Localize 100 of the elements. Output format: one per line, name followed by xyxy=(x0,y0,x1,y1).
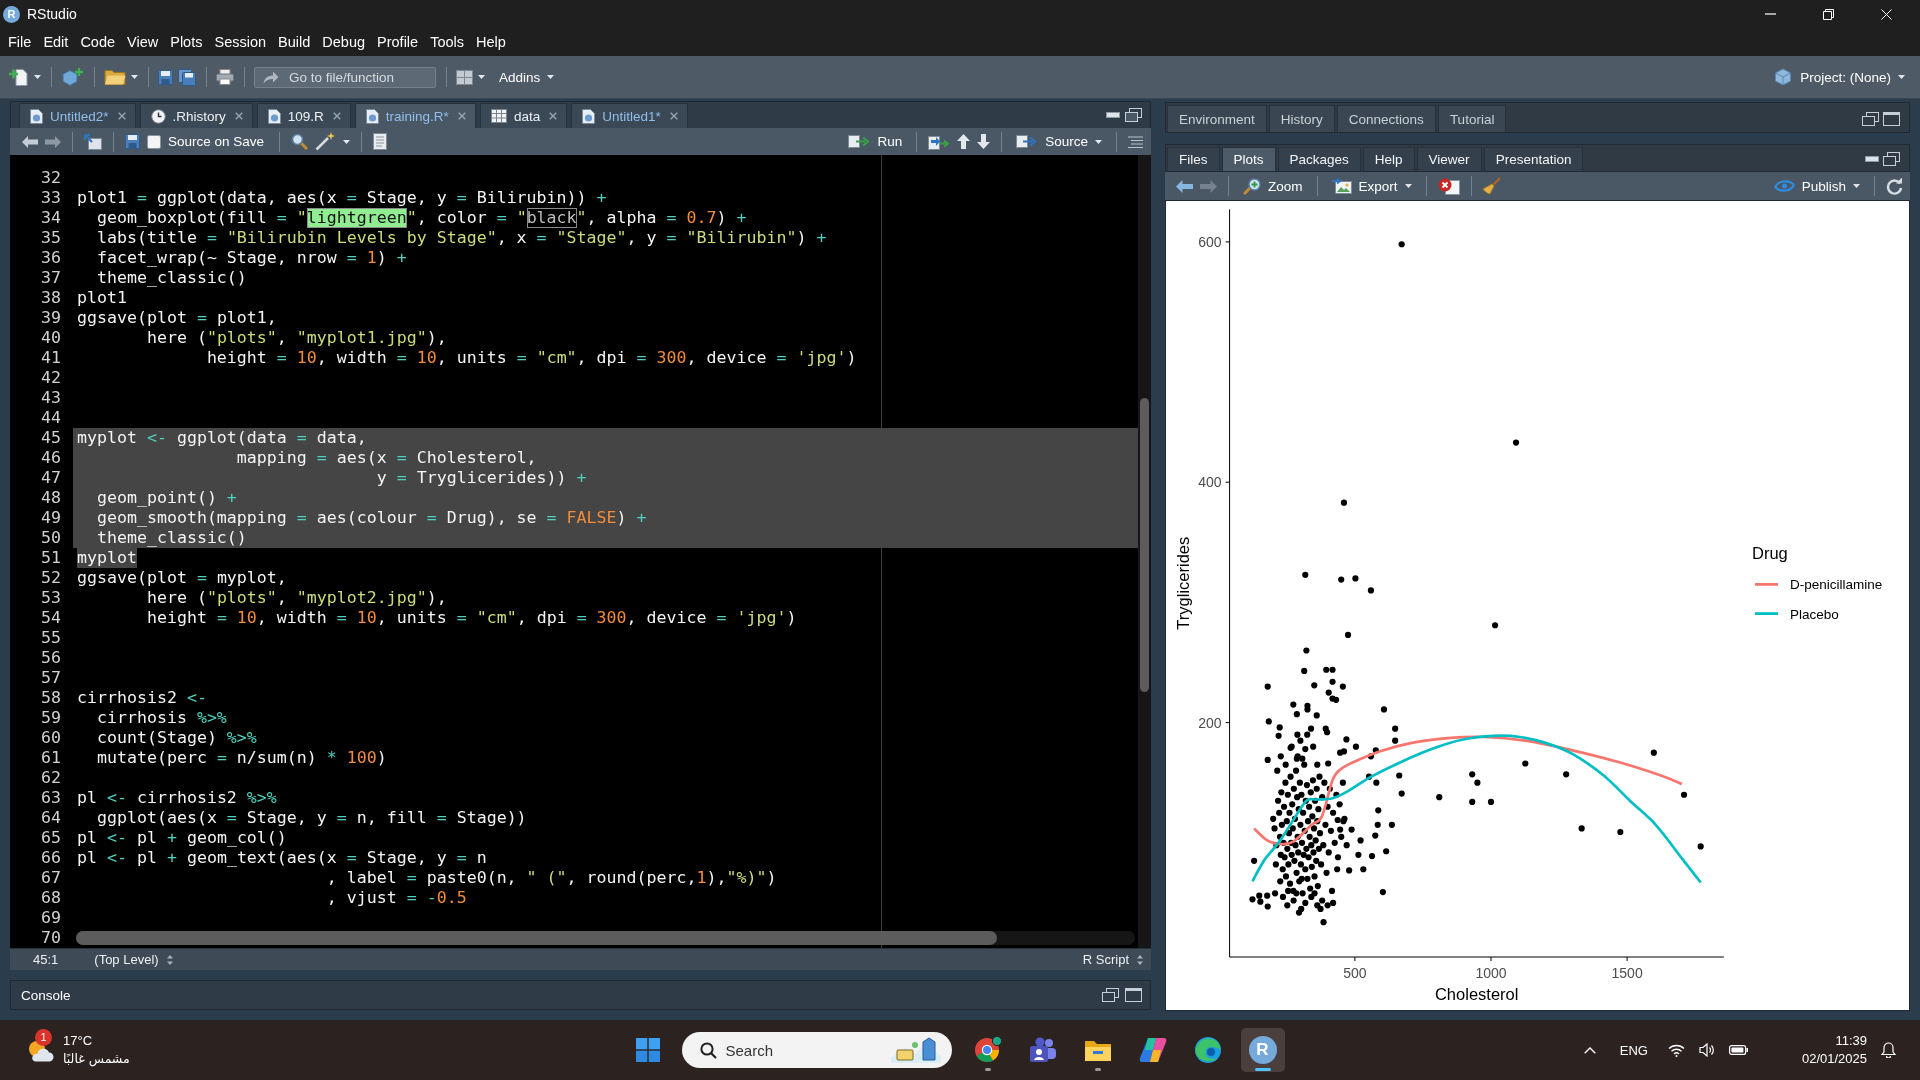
editor-tab[interactable]: training.R* xyxy=(354,103,476,128)
vertical-scrollbar[interactable] xyxy=(1138,155,1151,948)
source-button[interactable]: Source xyxy=(1013,134,1105,149)
axis-tick-label: 200 xyxy=(1198,714,1222,731)
pane-tab[interactable]: Help xyxy=(1362,147,1415,171)
arrow-right-icon[interactable] xyxy=(45,135,61,148)
arrow-icon xyxy=(263,70,279,84)
pane-tab[interactable]: Presentation xyxy=(1483,147,1584,171)
zoom-button[interactable]: Zoom xyxy=(1240,177,1306,195)
taskbar-search-field[interactable]: Search xyxy=(681,1032,952,1068)
editor-tab[interactable]: .Rhistory xyxy=(139,103,253,128)
restore-icon[interactable] xyxy=(1823,8,1834,20)
arrow-down-icon[interactable] xyxy=(977,134,991,149)
search-icon[interactable] xyxy=(291,133,309,150)
cube-plus-icon[interactable] xyxy=(61,68,84,86)
printer-icon[interactable] xyxy=(216,69,234,85)
restore-icon[interactable] xyxy=(1102,988,1119,1002)
clock-date[interactable]: 02/01/2025 xyxy=(1801,1050,1867,1068)
pane-tab[interactable]: Tutorial xyxy=(1437,105,1507,132)
arrow-left-icon[interactable] xyxy=(22,135,38,148)
project-menu-button[interactable]: Project: (None) xyxy=(1797,69,1908,85)
code-text: cirrhosis2 <- xyxy=(77,688,207,708)
magic-wand-icon[interactable] xyxy=(315,132,337,151)
menu-item[interactable]: View xyxy=(121,32,165,52)
color-preview: lightgreen xyxy=(306,208,407,228)
publish-button[interactable]: Publish xyxy=(1770,178,1863,194)
wifi-icon[interactable] xyxy=(1667,1043,1685,1057)
editor-tab[interactable]: Untitled2* xyxy=(19,103,136,128)
battery-icon[interactable] xyxy=(1728,1045,1748,1055)
pane-tab[interactable]: Packages xyxy=(1277,147,1361,171)
goto-file-field[interactable]: Go to file/function xyxy=(254,66,436,88)
volume-icon[interactable] xyxy=(1698,1043,1715,1057)
grid-icon[interactable] xyxy=(456,69,473,85)
lines-icon[interactable] xyxy=(1128,135,1143,148)
file-icon xyxy=(267,108,281,124)
code-text: height = 10, width = 10, units = "cm", dpi = 300, device = 'jpg') xyxy=(146,608,797,628)
menu-item[interactable]: Help xyxy=(470,32,512,52)
chevron-up-icon[interactable] xyxy=(1583,1046,1596,1054)
line-number: 59 xyxy=(41,708,61,727)
pane-tab[interactable]: Viewer xyxy=(1416,147,1482,171)
maximize-icon[interactable] xyxy=(1883,111,1900,126)
maximize-icon[interactable] xyxy=(1125,988,1142,1002)
menu-item[interactable]: Debug xyxy=(316,32,372,52)
file-plus-icon[interactable] xyxy=(9,68,29,86)
start-tiles-icon[interactable] xyxy=(635,1038,660,1062)
line-number: 56 xyxy=(41,648,61,667)
x-circle-page-icon[interactable] xyxy=(1437,177,1460,195)
clock-time[interactable]: 11:39 xyxy=(1835,1032,1867,1050)
editor-tab[interactable]: 109.R xyxy=(256,103,351,128)
addins-button[interactable]: Addins xyxy=(496,69,558,85)
broom-icon[interactable] xyxy=(1482,177,1501,195)
code-text: y = Tryglicerides)) + xyxy=(376,468,587,488)
menu-item[interactable]: Plots xyxy=(164,32,209,52)
updown-caret-icon[interactable] xyxy=(166,954,173,965)
menu-item[interactable]: Edit xyxy=(37,32,75,52)
page-arrows-icon[interactable] xyxy=(928,133,951,150)
restore-icon[interactable] xyxy=(1883,152,1900,166)
folder-icon[interactable] xyxy=(104,69,126,85)
caret-icon[interactable] xyxy=(131,75,138,79)
weather-condition[interactable]: مشمس غالبًا xyxy=(63,1050,130,1068)
checkbox-label[interactable]: Source on Save xyxy=(168,134,265,149)
axis-tick-label: 500 xyxy=(1343,965,1367,981)
arrow-up-icon[interactable] xyxy=(957,134,971,149)
pane-tab[interactable]: Files xyxy=(1167,147,1220,171)
pane-tab[interactable]: Plots xyxy=(1221,147,1276,171)
clock-icon xyxy=(150,108,166,124)
pane-tab[interactable]: History xyxy=(1268,105,1335,132)
restore-icon[interactable] xyxy=(1862,111,1879,126)
stacked-disks-icon[interactable] xyxy=(178,68,196,86)
caret-icon[interactable] xyxy=(343,139,351,144)
line-number: 51 xyxy=(41,548,61,567)
editor-tab[interactable]: Untitled1* xyxy=(571,103,688,128)
menu-item[interactable]: Tools xyxy=(424,32,470,52)
caret-icon[interactable] xyxy=(478,75,485,79)
editor-tab[interactable]: data xyxy=(479,103,568,128)
menu-item[interactable]: Profile xyxy=(371,32,425,52)
arrow-left-icon[interactable] xyxy=(1176,179,1193,193)
console-title[interactable]: Console xyxy=(21,987,71,1003)
menu-item[interactable]: Code xyxy=(74,32,122,52)
lined-page-icon[interactable] xyxy=(373,133,388,150)
pane-tab[interactable]: Environment xyxy=(1167,105,1267,132)
restore-icon[interactable] xyxy=(1125,108,1142,122)
pane-tab[interactable]: Connections xyxy=(1336,105,1436,132)
menu-item[interactable]: File xyxy=(2,32,38,52)
menu-item[interactable]: Session xyxy=(208,32,273,52)
refresh-icon[interactable] xyxy=(1886,177,1903,195)
scope-selector[interactable]: (Top Level) xyxy=(94,952,159,967)
line-number: 60 xyxy=(41,728,61,747)
updown-caret-icon[interactable] xyxy=(1137,954,1143,965)
caret-icon[interactable] xyxy=(34,75,41,79)
temperature-label[interactable]: 17°C xyxy=(63,1032,93,1050)
horizontal-scrollbar[interactable] xyxy=(76,931,1135,945)
file-type-selector[interactable]: R Script xyxy=(1082,952,1129,967)
checkbox[interactable] xyxy=(147,134,161,149)
menu-item[interactable]: Build xyxy=(272,32,317,52)
export-button[interactable]: Export xyxy=(1328,178,1415,194)
run-button[interactable]: Run xyxy=(845,134,906,149)
window-arrow-icon[interactable] xyxy=(84,133,102,150)
bell-icon[interactable] xyxy=(1881,1042,1896,1058)
language-indicator[interactable]: ENG xyxy=(1619,1042,1648,1058)
